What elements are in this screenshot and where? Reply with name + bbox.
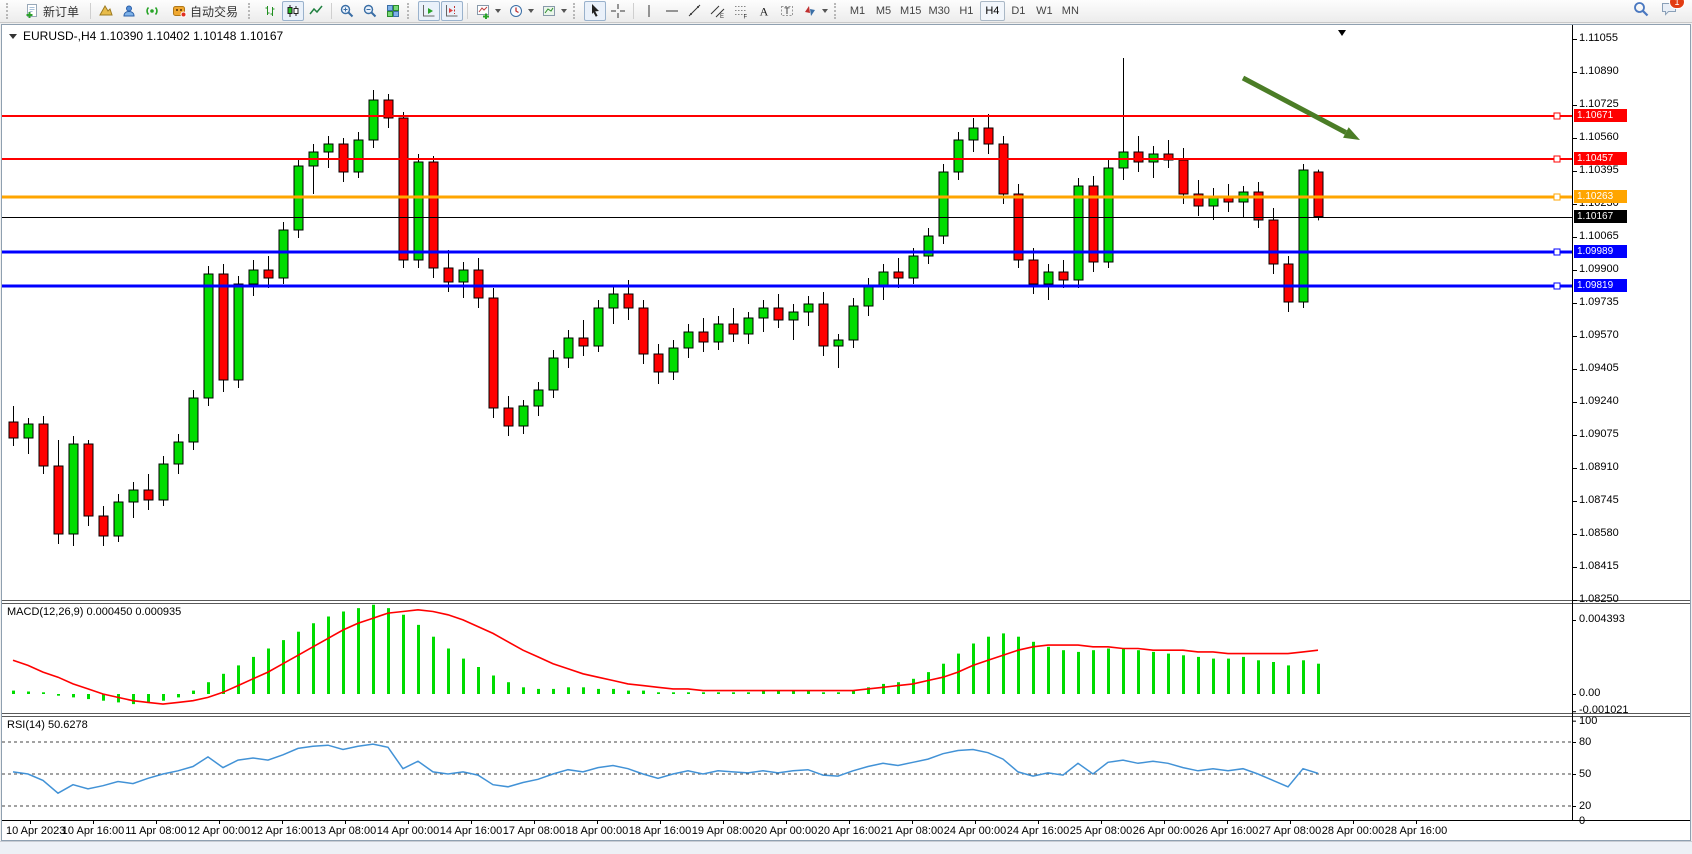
tile-windows-icon — [385, 3, 401, 19]
collapse-triangle-icon[interactable] — [9, 34, 17, 39]
trendline-button[interactable] — [684, 1, 706, 21]
community-button[interactable] — [118, 1, 140, 21]
new-order-button[interactable]: 新订单 — [17, 1, 86, 21]
toolbar-grip — [6, 3, 12, 19]
tf-h4-button[interactable]: H4 — [980, 1, 1005, 21]
tf-m5-button[interactable]: M5 — [871, 1, 896, 21]
notifications-icon[interactable]: 1 — [1660, 0, 1678, 23]
profile-icon — [98, 3, 114, 19]
line-chart-icon — [308, 3, 324, 19]
search-icon[interactable] — [1632, 0, 1650, 23]
text-letter: A — [760, 5, 769, 19]
zoom-in-button[interactable] — [336, 1, 358, 21]
tf-mn-button[interactable]: MN — [1058, 1, 1083, 21]
toolbar-separator — [633, 3, 634, 19]
chart-title-text: EURUSD-,H4 1.10390 1.10402 1.10148 1.101… — [23, 29, 283, 43]
indicators-button[interactable] — [472, 1, 504, 21]
periods-button[interactable] — [505, 1, 537, 21]
bar-chart-button[interactable] — [259, 1, 281, 21]
toolbar-separator — [90, 3, 91, 19]
tf-d1-button[interactable]: D1 — [1006, 1, 1031, 21]
text-button[interactable]: A — [753, 1, 775, 21]
horizontal-line-icon — [664, 3, 680, 19]
label-letter: T — [784, 6, 790, 16]
crosshair-icon — [610, 3, 626, 19]
chart-labels-layer: 1.110551.108901.107251.105601.103951.102… — [2, 25, 1690, 840]
indicators-icon — [475, 3, 491, 19]
community-icon — [121, 3, 137, 19]
arrows-button[interactable] — [799, 1, 831, 21]
toolbar-separator — [467, 3, 468, 19]
chart-shift-button[interactable] — [441, 1, 463, 21]
text-label-icon: T — [779, 3, 795, 19]
time-axis[interactable] — [2, 821, 1572, 840]
vertical-line-icon — [641, 3, 657, 19]
cursor-icon — [587, 3, 603, 19]
toolbar-grip — [573, 3, 579, 19]
fibonacci-icon: F — [733, 3, 749, 19]
text-icon: A — [756, 3, 772, 19]
fibonacci-button[interactable]: F — [730, 1, 752, 21]
line-chart-button[interactable] — [305, 1, 327, 21]
tf-m30-button[interactable]: M30 — [925, 1, 952, 21]
price-axis[interactable] — [1573, 25, 1690, 820]
autotrading-icon — [171, 3, 187, 19]
text-label-button[interactable]: T — [776, 1, 798, 21]
vertical-line-button[interactable] — [638, 1, 660, 21]
horizontal-line-button[interactable] — [661, 1, 683, 21]
autoscroll-icon — [421, 3, 437, 19]
chevron-down-icon — [561, 9, 567, 13]
signals-button[interactable] — [141, 1, 163, 21]
chevron-down-icon — [495, 9, 501, 13]
candlestick-chart-button[interactable] — [282, 1, 304, 21]
clock-icon — [508, 3, 524, 19]
macd-label: MACD(12,26,9) 0.000450 0.000935 — [7, 606, 181, 618]
new-order-icon — [24, 3, 40, 19]
notification-badge: 1 — [1669, 0, 1685, 9]
arrows-icon — [802, 3, 818, 19]
chart-window: 1.110551.108901.107251.105601.103951.102… — [1, 24, 1691, 841]
channel-icon: E — [710, 3, 726, 19]
chart-shift-icon — [444, 3, 460, 19]
tf-m15-button[interactable]: M15 — [897, 1, 924, 21]
toolbar-grip — [834, 3, 840, 19]
crosshair-button[interactable] — [607, 1, 629, 21]
bar-chart-icon — [262, 3, 278, 19]
chevron-down-icon — [822, 9, 828, 13]
autotrading-label: 自动交易 — [190, 3, 238, 20]
tile-windows-button[interactable] — [382, 1, 404, 21]
candlestick-chart-icon — [285, 3, 301, 19]
templates-button[interactable] — [538, 1, 570, 21]
tf-h1-button[interactable]: H1 — [954, 1, 979, 21]
tf-m1-button[interactable]: M1 — [845, 1, 870, 21]
chart-title: EURUSD-,H4 1.10390 1.10402 1.10148 1.101… — [9, 29, 283, 43]
profile-button[interactable] — [95, 1, 117, 21]
status-strip — [0, 841, 1692, 854]
toolbar-separator — [331, 3, 332, 19]
toolbar-grip — [248, 3, 254, 19]
chevron-down-icon — [528, 9, 534, 13]
fibo-letter: F — [744, 15, 748, 20]
tf-w1-button[interactable]: W1 — [1032, 1, 1057, 21]
signals-icon — [144, 3, 160, 19]
new-order-label: 新订单 — [43, 3, 79, 20]
rsi-label: RSI(14) 50.6278 — [7, 719, 88, 731]
zoom-out-icon — [362, 3, 378, 19]
zoom-out-button[interactable] — [359, 1, 381, 21]
channel-letter: E — [720, 14, 724, 19]
toolbar-grip — [407, 3, 413, 19]
autotrading-button[interactable]: 自动交易 — [164, 1, 245, 21]
autoscroll-button[interactable] — [418, 1, 440, 21]
trendline-icon — [687, 3, 703, 19]
equidistant-channel-button[interactable]: E — [707, 1, 729, 21]
zoom-in-icon — [339, 3, 355, 19]
cursor-button[interactable] — [584, 1, 606, 21]
template-icon — [541, 3, 557, 19]
main-toolbar: 新订单 自动交易 E F A T M1 M5 M15 M30 H1 H4 D1 … — [0, 0, 1692, 23]
